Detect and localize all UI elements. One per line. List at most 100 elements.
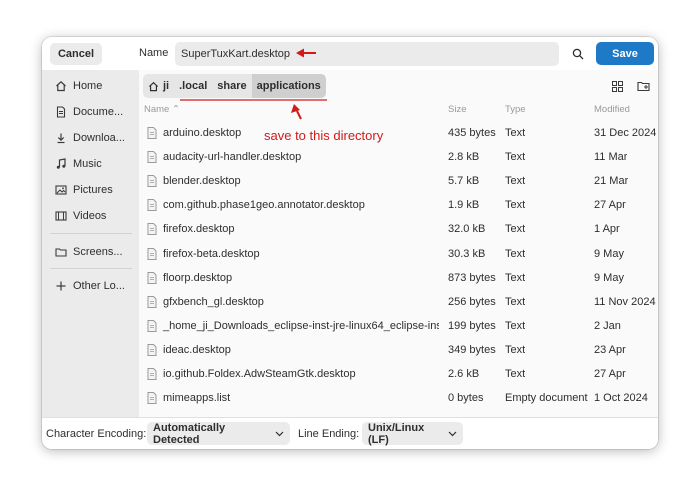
table-row[interactable]: _home_ji_Downloads_eclipse-inst-jre-linu…	[139, 314, 658, 338]
file-modified: 2 Jan	[594, 319, 621, 332]
file-modified: 31 Dec 2024	[594, 127, 657, 139]
file-size: 2.6 kB	[448, 368, 480, 380]
file-size: 1.9 kB	[448, 199, 480, 212]
file-size: 349 bytes	[448, 343, 496, 356]
file-modified: 21 Mar	[594, 175, 629, 188]
sidebar-item-label: Screens...	[73, 246, 123, 258]
file-name-cell: gfxbench_gl.desktop	[147, 290, 439, 314]
file-type: Text	[505, 368, 526, 380]
sidebar-item-other-locations[interactable]: Other Lo...	[42, 274, 139, 298]
document-icon	[54, 105, 68, 119]
search-button[interactable]	[568, 44, 588, 64]
encoding-dropdown[interactable]: Automatically Detected	[147, 422, 290, 446]
file-type: Text	[505, 127, 526, 139]
file-type: Empty document	[505, 392, 588, 405]
file-modified: 27 Apr	[594, 199, 626, 212]
file-size: 5.7 kB	[448, 175, 480, 188]
name-label: Name	[139, 47, 169, 59]
breadcrumb-home[interactable]: ji	[143, 74, 174, 98]
sidebar-item-downloads[interactable]: Downloa...	[42, 126, 139, 150]
file-name-cell: _home_ji_Downloads_eclipse-inst-jre-linu…	[147, 314, 439, 338]
file-name-cell: mimeapps.list	[147, 386, 439, 410]
filename-input[interactable]: SuperTuxKart.desktop	[175, 42, 559, 66]
table-row[interactable]: io.github.Foldex.AdwSteamGtk.desktop 2.6 …	[139, 362, 658, 386]
table-row[interactable]: floorp.desktop 873 bytes Text 9 May	[139, 266, 658, 290]
breadcrumb-local[interactable]: .local	[174, 74, 212, 98]
chevron-down-icon	[448, 431, 457, 437]
sort-ascending-icon: ⌃	[171, 104, 180, 115]
sidebar-item-videos[interactable]: Videos	[42, 204, 139, 228]
sidebar-item-screenshots[interactable]: Screens...	[42, 240, 139, 264]
file-icon	[147, 392, 157, 405]
home-icon	[54, 79, 68, 93]
filename-value: SuperTuxKart.desktop	[181, 48, 291, 60]
new-folder-button[interactable]	[635, 78, 651, 94]
table-row[interactable]: audacity-url-handler.desktop 2.8 kB Text 11…	[139, 145, 658, 169]
file-name-cell: floorp.desktop	[147, 266, 439, 290]
breadcrumb: ji .local share applications	[143, 74, 326, 98]
sidebar-item-label: Docume...	[73, 106, 124, 118]
file-size: 873 bytes	[448, 271, 496, 284]
sidebar-item-label: Music	[73, 158, 102, 170]
sidebar-item-pictures[interactable]: Pictures	[42, 178, 139, 202]
folder-icon	[54, 245, 68, 259]
picture-icon	[54, 183, 68, 197]
file-name: mimeapps.list	[163, 392, 231, 405]
home-icon	[148, 81, 159, 91]
breadcrumb-share[interactable]: share	[212, 74, 251, 98]
table-row[interactable]: com.github.phase1geo.annotator.desktop 1.…	[139, 193, 658, 217]
file-modified: 1 Oct 2024	[594, 392, 648, 405]
save-button[interactable]: Save	[596, 42, 654, 65]
file-modified: 9 May	[594, 271, 624, 284]
sidebar-item-label: Home	[73, 80, 103, 92]
sidebar-item-label: Downloa...	[73, 132, 125, 144]
file-type: Text	[505, 151, 526, 164]
table-row[interactable]: firefox.desktop 32.0 kB Text 1 Apr	[139, 217, 658, 241]
column-header-size[interactable]: Size	[448, 104, 466, 115]
file-icon	[147, 271, 157, 284]
file-type: Text	[505, 295, 526, 308]
table-row[interactable]: arduino.desktop 435 bytes Text 31 Dec 2024	[139, 121, 658, 145]
file-type: Text	[505, 271, 526, 284]
file-name: com.github.phase1geo.annotator.desktop	[163, 199, 365, 212]
file-icon	[147, 223, 157, 236]
file-name: gfxbench_gl.desktop	[163, 295, 264, 308]
table-row[interactable]: ideac.desktop 349 bytes Text 23 Apr	[139, 338, 658, 362]
table-row[interactable]: firefox-beta.desktop 30.3 kB Text 9 May	[139, 242, 658, 266]
file-type: Text	[505, 343, 526, 356]
encoding-label: Character Encoding:	[46, 428, 147, 440]
file-name: _home_ji_Downloads_eclipse-inst-jre-linu…	[163, 319, 439, 332]
column-header-label: Name	[144, 104, 170, 115]
table-row[interactable]: blender.desktop 5.7 kB Text 21 Mar	[139, 169, 658, 193]
view-toggle-button[interactable]	[609, 78, 625, 94]
column-header-modified[interactable]: Modified	[594, 104, 630, 115]
file-icon	[147, 295, 157, 308]
file-modified: 27 Apr	[594, 368, 626, 380]
breadcrumb-label: ji	[163, 80, 170, 92]
table-row[interactable]: mimeapps.list 0 bytes Empty document 1 Oct …	[139, 386, 658, 410]
file-name: floorp.desktop	[163, 271, 233, 284]
sidebar-item-music[interactable]: Music	[42, 152, 139, 176]
footer-bar: Character Encoding: Automatically Detect…	[42, 417, 658, 449]
file-name-cell: firefox.desktop	[147, 217, 439, 241]
file-name-cell: audacity-url-handler.desktop	[147, 145, 439, 169]
column-header-type[interactable]: Type	[505, 104, 526, 115]
file-size: 30.3 kB	[448, 247, 486, 260]
music-icon	[54, 157, 68, 171]
file-size: 0 bytes	[448, 392, 484, 405]
file-icon	[147, 199, 157, 212]
file-type: Text	[505, 247, 526, 260]
sidebar-item-documents[interactable]: Docume...	[42, 100, 139, 124]
file-icon	[147, 343, 157, 356]
sidebar-divider	[50, 268, 132, 269]
line-ending-dropdown[interactable]: Unix/Linux (LF)	[362, 422, 463, 446]
cancel-button[interactable]: Cancel	[50, 43, 102, 65]
table-row[interactable]: gfxbench_gl.desktop 256 bytes Text 11 Nov 2…	[139, 290, 658, 314]
file-size: 199 bytes	[448, 319, 496, 332]
file-name: ideac.desktop	[163, 343, 231, 356]
breadcrumb-applications[interactable]: applications	[251, 74, 326, 98]
file-name-cell: io.github.Foldex.AdwSteamGtk.desktop	[147, 362, 439, 386]
column-header-name[interactable]: Name ⌃	[144, 104, 180, 115]
video-icon	[54, 209, 68, 223]
sidebar-item-home[interactable]: Home	[42, 74, 139, 98]
